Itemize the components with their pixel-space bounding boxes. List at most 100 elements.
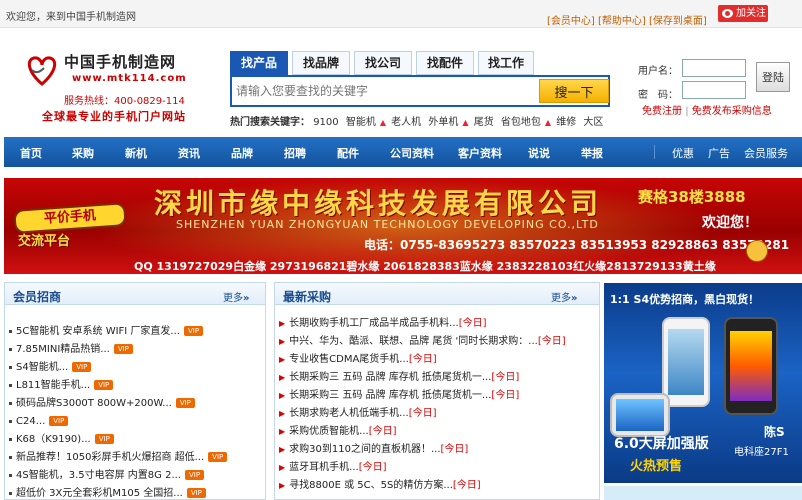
panel-header: 最新采购 更多» [275, 283, 599, 305]
bullet-icon [9, 419, 12, 423]
nav-offers[interactable]: 优惠 [672, 145, 694, 161]
phone-tablet-image [610, 393, 670, 437]
hot-keyword[interactable]: 维修 [556, 117, 576, 128]
logo-url: www.mtk114.com [72, 73, 187, 84]
side-ad[interactable]: 1:1 S4优势招商，黑白现货！ 陈S 电科座27F1 6.0大屏加强版 火热预… [604, 283, 802, 483]
list-item[interactable]: K68（K9190)... VIP [9, 431, 227, 449]
hot-keyword[interactable]: 大区 [583, 117, 603, 128]
list-item[interactable]: ▶ 采购优质智能机...[今日] [279, 423, 566, 441]
list-item[interactable]: 4S智能机，3.5寸电容屏 内置8G 2... VIP [9, 467, 227, 485]
nav-parts[interactable]: 配件 [337, 145, 359, 161]
hot-keyword[interactable]: 外单机 [428, 117, 458, 128]
side-ad-subtitle: 火热预售 [630, 459, 683, 474]
list-item[interactable]: 硕码品牌S3000T 800W+200W... VIP [9, 395, 227, 413]
search-input[interactable] [232, 77, 537, 105]
banner-english-name: SHENZHEN YUAN ZHONGYUAN TECHNOLOGY DEVEL… [176, 218, 599, 231]
nav-new-phones[interactable]: 新机 [125, 145, 147, 161]
list-item[interactable]: L811智能手机... VIP [9, 377, 227, 395]
bullet-icon [9, 383, 12, 387]
hot-keywords-label: 热门搜索关键字： [230, 117, 310, 128]
nav-talk[interactable]: 说说 [528, 145, 550, 161]
today-tag: [今日] [452, 480, 481, 491]
page: 欢迎您，来到中国手机制造网 [会员中心] [帮助中心] [保存到桌面] 加关注 … [0, 0, 802, 500]
side-ad-contact: 陈S [764, 425, 785, 439]
nav-news[interactable]: 资讯 [178, 145, 200, 161]
latest-purchase-panel: 最新采购 更多» ▶ 长期收购手机工厂成品半成品手机料...[今日] ▶ 中兴、华为… [274, 282, 600, 500]
list-item[interactable]: 5C智能机 安卓系统 WIFI 厂家直发... VIP [9, 323, 227, 341]
register-link[interactable]: 免费注册 [642, 106, 682, 117]
list-item[interactable]: ▶ 长期求购老人机低端手机...[今日] [279, 405, 566, 423]
login-form: 用户名： 密 码： 登陆 免费注册 | 免费发布采购信息 [628, 50, 798, 122]
item-text: C24... [16, 416, 46, 427]
arrow-right-icon: ▶ [279, 409, 286, 418]
search-button[interactable]: 搜一下 [539, 79, 609, 103]
today-tag: [今日] [440, 444, 469, 455]
side-ad-secondary[interactable] [604, 486, 802, 500]
member-center-link[interactable]: 会员中心 [551, 16, 591, 27]
arrow-right-icon: ▶ [279, 373, 286, 382]
smiley-icon [746, 240, 768, 262]
bullet-icon [9, 455, 12, 459]
nav-purchase[interactable]: 采购 [72, 145, 94, 161]
item-text: 长期采购三 五码 品牌 库存机 抵债尾货机一... [289, 390, 492, 401]
help-center-link[interactable]: 帮助中心 [602, 16, 642, 27]
item-text: 长期采购三 五码 品牌 库存机 抵债尾货机一... [289, 372, 492, 383]
login-button[interactable]: 登陆 [756, 62, 790, 92]
banner-badge: 平价手机 交流平台 [8, 202, 132, 252]
username-input[interactable] [682, 59, 746, 77]
nav-company-info[interactable]: 公司资料 [390, 145, 434, 161]
list-item[interactable]: 7.85MINI精品热销... VIP [9, 341, 227, 359]
item-text: 专业收售CDMA尾货手机... [289, 354, 409, 365]
member-recruit-panel: 会员招商 更多» 5C智能机 安卓系统 WIFI 厂家直发... VIP 7.85… [4, 282, 266, 500]
list-item[interactable]: ▶ 寻找8800E 或 5C、5S的精仿方案...[今日] [279, 477, 566, 495]
list-item[interactable]: ▶ 长期采购三 五码 品牌 库存机 抵债尾货机一...[今日] [279, 369, 566, 387]
bullet-icon [9, 491, 12, 495]
arrow-right-icon: ▶ [279, 427, 286, 436]
today-tag: [今日] [491, 372, 520, 383]
tab-find-company[interactable]: 找公司 [354, 51, 412, 75]
tab-find-parts[interactable]: 找配件 [416, 51, 474, 75]
list-item[interactable]: 新品推荐！1050彩屏手机火爆招商 超低... VIP [9, 449, 228, 467]
hot-keyword[interactable]: 老人机 [391, 117, 421, 128]
hot-keyword[interactable]: 智能机 [346, 117, 376, 128]
today-tag: [今日] [491, 390, 520, 401]
list-item[interactable]: ▶ 专业收售CDMA尾货手机...[今日] [279, 351, 566, 369]
item-text: K68（K9190)... [16, 434, 91, 445]
list-item[interactable]: C24... VIP [9, 413, 227, 431]
list-item[interactable]: S4智能机... VIP [9, 359, 227, 377]
welcome-text: 欢迎您，来到中国手机制造网 [6, 12, 136, 23]
post-purchase-link[interactable]: 免费发布采购信息 [692, 106, 772, 117]
list-item[interactable]: ▶ 蓝牙耳机手机...[今日] [279, 459, 566, 477]
hot-keyword[interactable]: 尾货 [474, 117, 494, 128]
list-item[interactable]: ▶ 中兴、华为、酷派、联想、品牌 尾货 '同时长期求购：...[今日] [279, 333, 566, 351]
nav-home[interactable]: 首页 [20, 145, 42, 161]
list-item[interactable]: ▶ 长期收购手机工厂成品半成品手机料...[今日] [279, 315, 566, 333]
list-item[interactable]: ▶ 求购30到110之间的直板机器！...[今日] [279, 441, 566, 459]
nav-member-services[interactable]: 会员服务 [744, 145, 788, 161]
tab-find-brand[interactable]: 找品牌 [292, 51, 350, 75]
hot-keyword[interactable]: 省包地包 [501, 117, 541, 128]
list-item[interactable]: ▶ 长期采购三 五码 品牌 库存机 抵债尾货机一...[今日] [279, 387, 566, 405]
save-desktop-link[interactable]: 保存到桌面 [653, 16, 703, 27]
hot-keywords: 热门搜索关键字： 9100 智能机 ▲ 老人机 外单机 ▲ 尾货 省包地包 ▲ 维修 … [230, 113, 607, 128]
eye-icon [722, 9, 733, 18]
password-input[interactable] [682, 81, 746, 99]
more-link[interactable]: 更多» [223, 289, 249, 304]
list-item[interactable]: 超低价 3X元全套彩机M105 全国招... VIP [9, 485, 227, 499]
nav-jobs[interactable]: 招聘 [284, 145, 306, 161]
follow-label: 加关注 [736, 8, 766, 19]
hot-icon: ▲ [379, 118, 386, 127]
tab-find-product[interactable]: 找产品 [230, 51, 288, 75]
tab-find-job[interactable]: 找工作 [478, 51, 534, 75]
banner-ad[interactable]: 平价手机 交流平台 深圳市缘中缘科技发展有限公司 SHENZHEN YUAN Z… [4, 178, 802, 274]
nav-customer-info[interactable]: 客户资料 [458, 145, 502, 161]
follow-button[interactable]: 加关注 [718, 5, 768, 22]
nav-report[interactable]: 举报 [581, 145, 603, 161]
hot-keyword[interactable]: 9100 [313, 117, 338, 128]
item-text: 4S智能机，3.5寸电容屏 内置8G 2... [16, 470, 181, 481]
vip-badge: VIP [208, 452, 228, 462]
nav-brands[interactable]: 品牌 [231, 145, 253, 161]
more-link[interactable]: 更多» [551, 289, 577, 304]
item-text: 5C智能机 安卓系统 WIFI 厂家直发... [16, 326, 180, 337]
nav-ads[interactable]: 广告 [708, 145, 730, 161]
